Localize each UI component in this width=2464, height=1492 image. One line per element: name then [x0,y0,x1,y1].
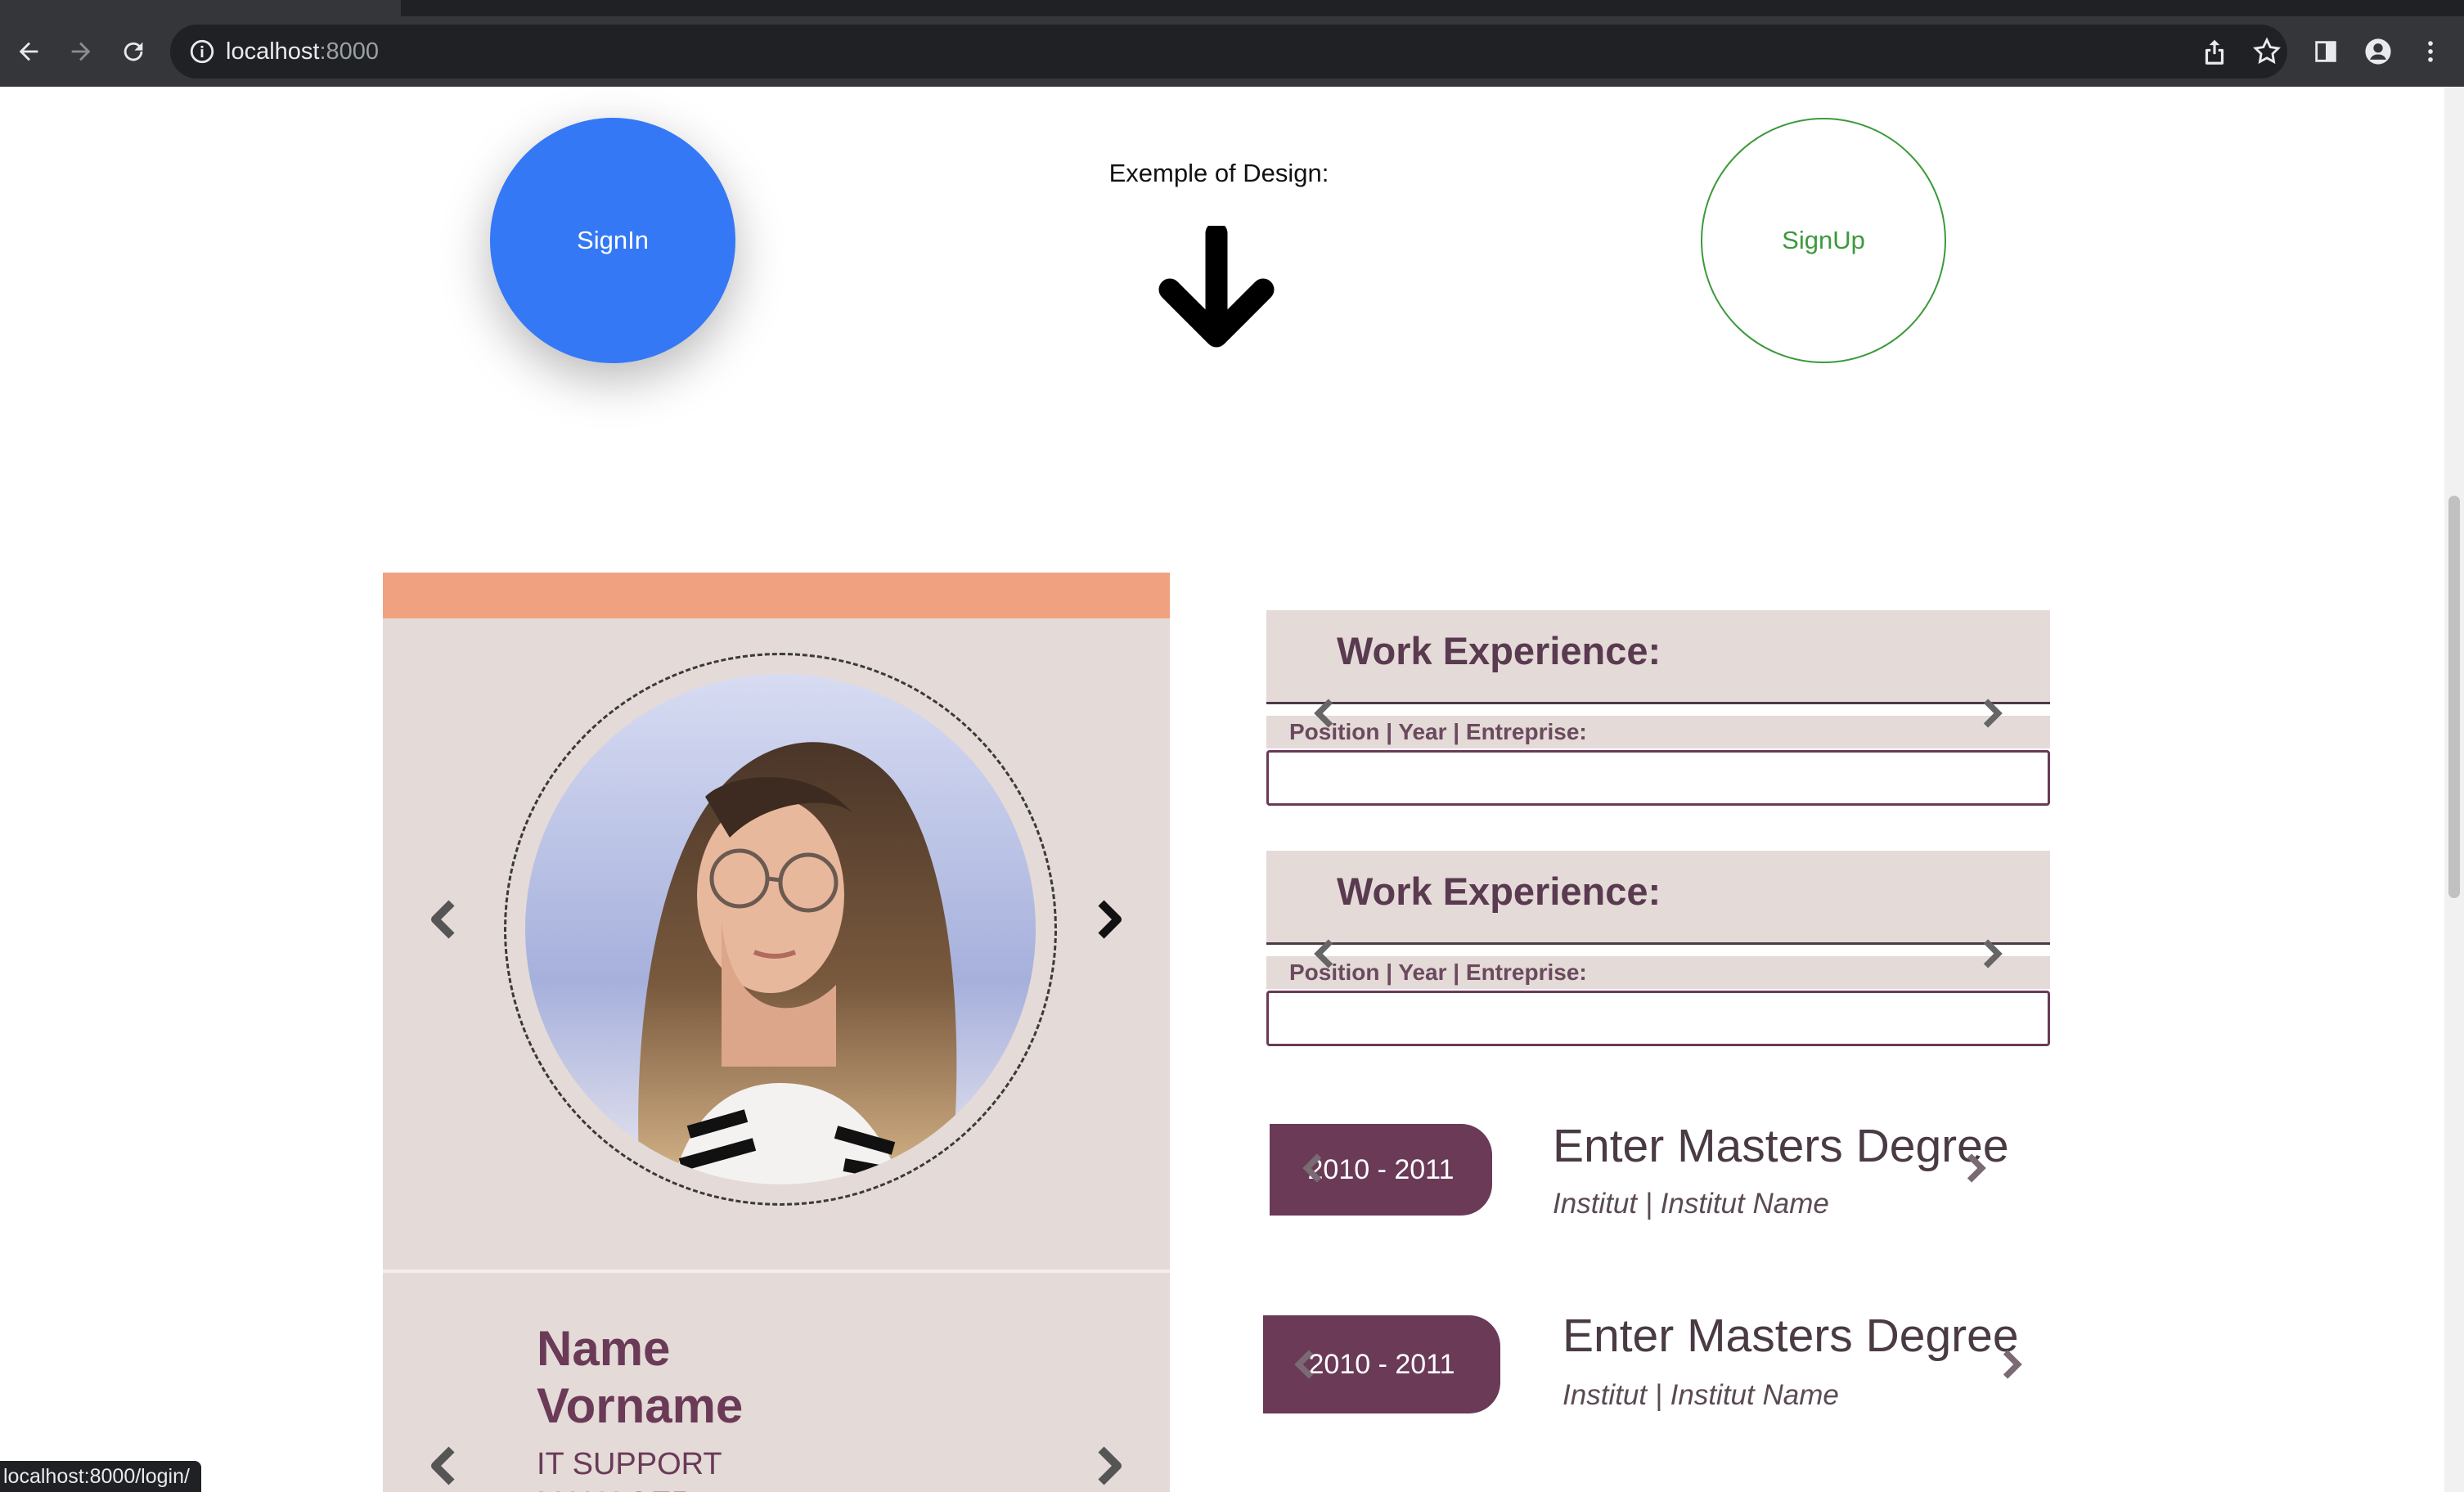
work-experience-input[interactable] [1266,991,2050,1046]
arrow-down-icon [1158,226,1275,348]
work-next-icon[interactable] [1980,937,2004,970]
cv-name-panel: Name Vorname IT SUPPORT MANAGER [383,1273,1170,1492]
signin-button[interactable]: SignIn [490,118,735,363]
cv-photo-next-icon[interactable] [1093,900,1126,939]
scrollbar-thumb[interactable] [2448,496,2460,898]
profile-avatar-icon[interactable] [2361,34,2395,69]
cv-name-next-icon[interactable] [1093,1446,1126,1485]
browser-menu-icon[interactable] [2413,34,2448,69]
work-experience-input[interactable] [1266,750,2050,806]
profile-photo [525,674,1036,1184]
cv-job-title: IT SUPPORT MANAGER [537,1445,722,1492]
cv-photo-panel [383,618,1170,1270]
cv-name: Name Vorname [537,1320,743,1435]
education-next-icon[interactable] [1999,1348,2024,1381]
cv-job-title-line2: MANAGER [537,1484,722,1492]
url-text[interactable]: localhost:8000 [226,36,379,67]
work-prev-icon[interactable] [1312,937,1337,970]
work-field-label-row: Position | Year | Entreprise: [1266,956,2050,989]
address-bar[interactable]: localhost:8000 [170,25,2287,79]
url-port: :8000 [319,38,380,65]
education-degree: Enter Masters Degree [1553,1120,2009,1172]
work-prev-icon[interactable] [1312,697,1337,730]
work-experience-title: Work Experience: [1337,870,1661,913]
side-panel-icon[interactable] [2309,34,2343,69]
education-degree: Enter Masters Degree [1562,1310,2019,1362]
work-next-icon[interactable] [1980,697,2004,730]
education-next-icon[interactable] [1963,1152,1988,1184]
link-status-bubble: localhost:8000/login/ [0,1461,201,1492]
cv-accent-band [383,573,1170,618]
active-tab[interactable] [0,0,401,16]
education-row: 2010 - 2011 Enter Masters Degree Institu… [1263,1309,2052,1431]
cv-first-name: Name [537,1321,671,1376]
cv-last-name: Vorname [537,1378,744,1433]
signup-button[interactable]: SignUp [1701,118,1946,363]
browser-toolbar: localhost:8000 [0,16,2464,87]
page-scrollbar[interactable] [2444,87,2464,1492]
cv-photo-prev-icon[interactable] [427,900,460,939]
design-example-label: Exemple of Design: [1108,159,1329,187]
reload-icon[interactable] [116,34,151,69]
work-experience-block: Work Experience: Position | Year | Entre… [1266,610,2050,806]
work-experience-block: Work Experience: Position | Year | Entre… [1266,851,2050,1046]
forward-icon[interactable] [64,34,98,69]
bookmark-star-icon[interactable] [2251,36,2282,67]
work-experience-title: Work Experience: [1337,629,1661,672]
site-info-icon[interactable] [188,38,216,65]
work-field-label-row: Position | Year | Entreprise: [1266,716,2050,748]
tab-strip [0,0,2464,16]
cv-job-title-line1: IT SUPPORT [537,1447,722,1481]
education-institution: Institut | Institut Name [1562,1379,1839,1411]
education-prev-icon[interactable] [1301,1152,1325,1184]
page-content: SignIn Exemple of Design: SignUp Name Vo… [0,87,2444,1492]
url-host: localhost [226,38,320,65]
back-icon[interactable] [11,34,46,69]
education-row: 2010 - 2011 Enter Masters Degree Institu… [1266,1119,2052,1242]
share-icon[interactable] [2199,36,2230,67]
work-experience-header: Work Experience: [1266,851,2050,945]
education-prev-icon[interactable] [1293,1348,1317,1381]
work-experience-header: Work Experience: [1266,610,2050,704]
education-institution: Institut | Institut Name [1553,1188,1829,1220]
cv-name-prev-icon[interactable] [427,1446,460,1485]
